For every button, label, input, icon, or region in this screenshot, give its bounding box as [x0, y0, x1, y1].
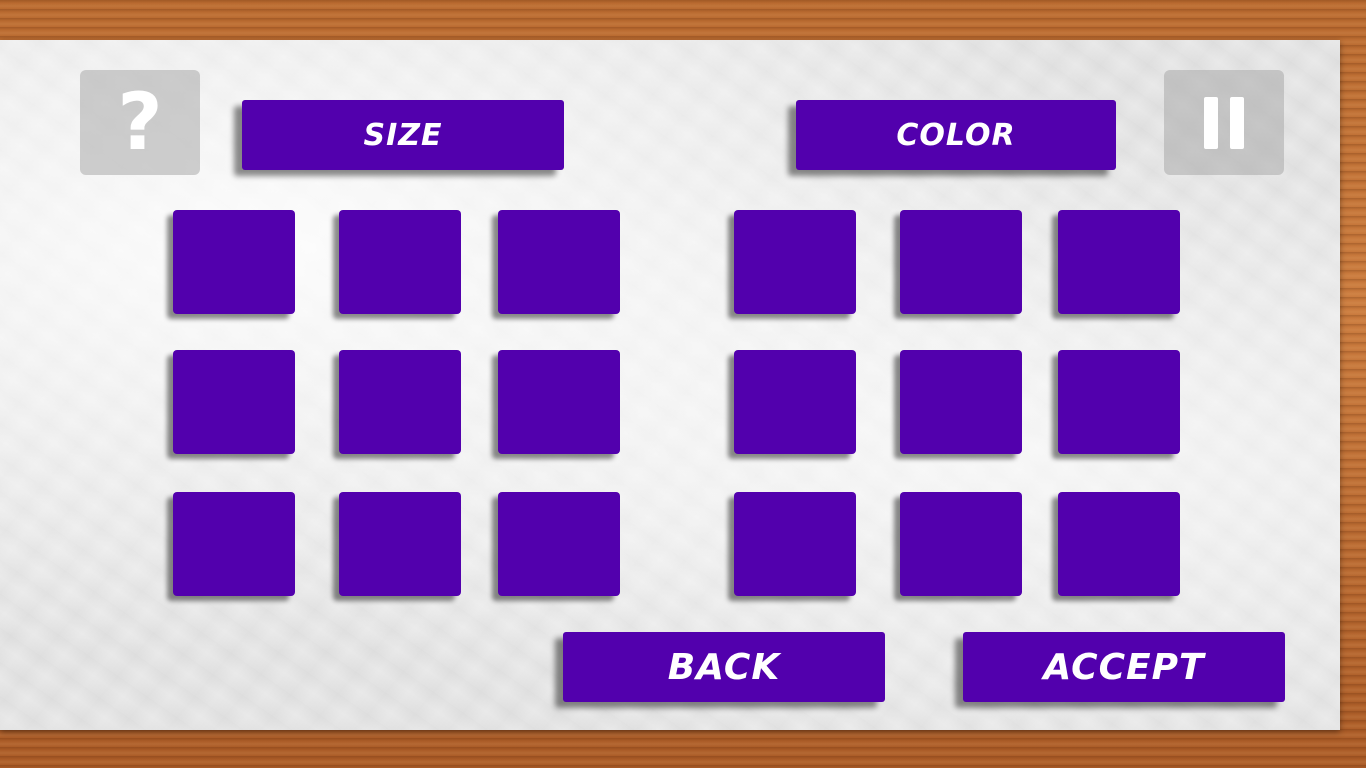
color-option-9[interactable] — [1058, 492, 1180, 596]
size-option-4[interactable] — [173, 350, 295, 454]
question-mark-icon: ? — [117, 77, 163, 168]
color-option-1[interactable] — [734, 210, 856, 314]
size-option-6[interactable] — [498, 350, 620, 454]
color-option-6[interactable] — [1058, 350, 1180, 454]
color-option-7[interactable] — [734, 492, 856, 596]
size-option-7[interactable] — [173, 492, 295, 596]
size-option-5[interactable] — [339, 350, 461, 454]
size-option-8[interactable] — [339, 492, 461, 596]
pause-icon — [1204, 96, 1244, 149]
size-header-button[interactable]: SIZE — [242, 100, 564, 170]
size-option-2[interactable] — [339, 210, 461, 314]
color-header-button[interactable]: COLOR — [796, 100, 1116, 170]
color-option-4[interactable] — [734, 350, 856, 454]
size-option-1[interactable] — [173, 210, 295, 314]
accept-button[interactable]: ACCEPT — [963, 632, 1285, 702]
size-option-9[interactable] — [498, 492, 620, 596]
pause-button[interactable] — [1164, 70, 1284, 175]
color-option-3[interactable] — [1058, 210, 1180, 314]
color-option-8[interactable] — [900, 492, 1022, 596]
help-button[interactable]: ? — [80, 70, 200, 175]
back-button[interactable]: BACK — [563, 632, 885, 702]
color-option-2[interactable] — [900, 210, 1022, 314]
color-option-5[interactable] — [900, 350, 1022, 454]
size-option-3[interactable] — [498, 210, 620, 314]
